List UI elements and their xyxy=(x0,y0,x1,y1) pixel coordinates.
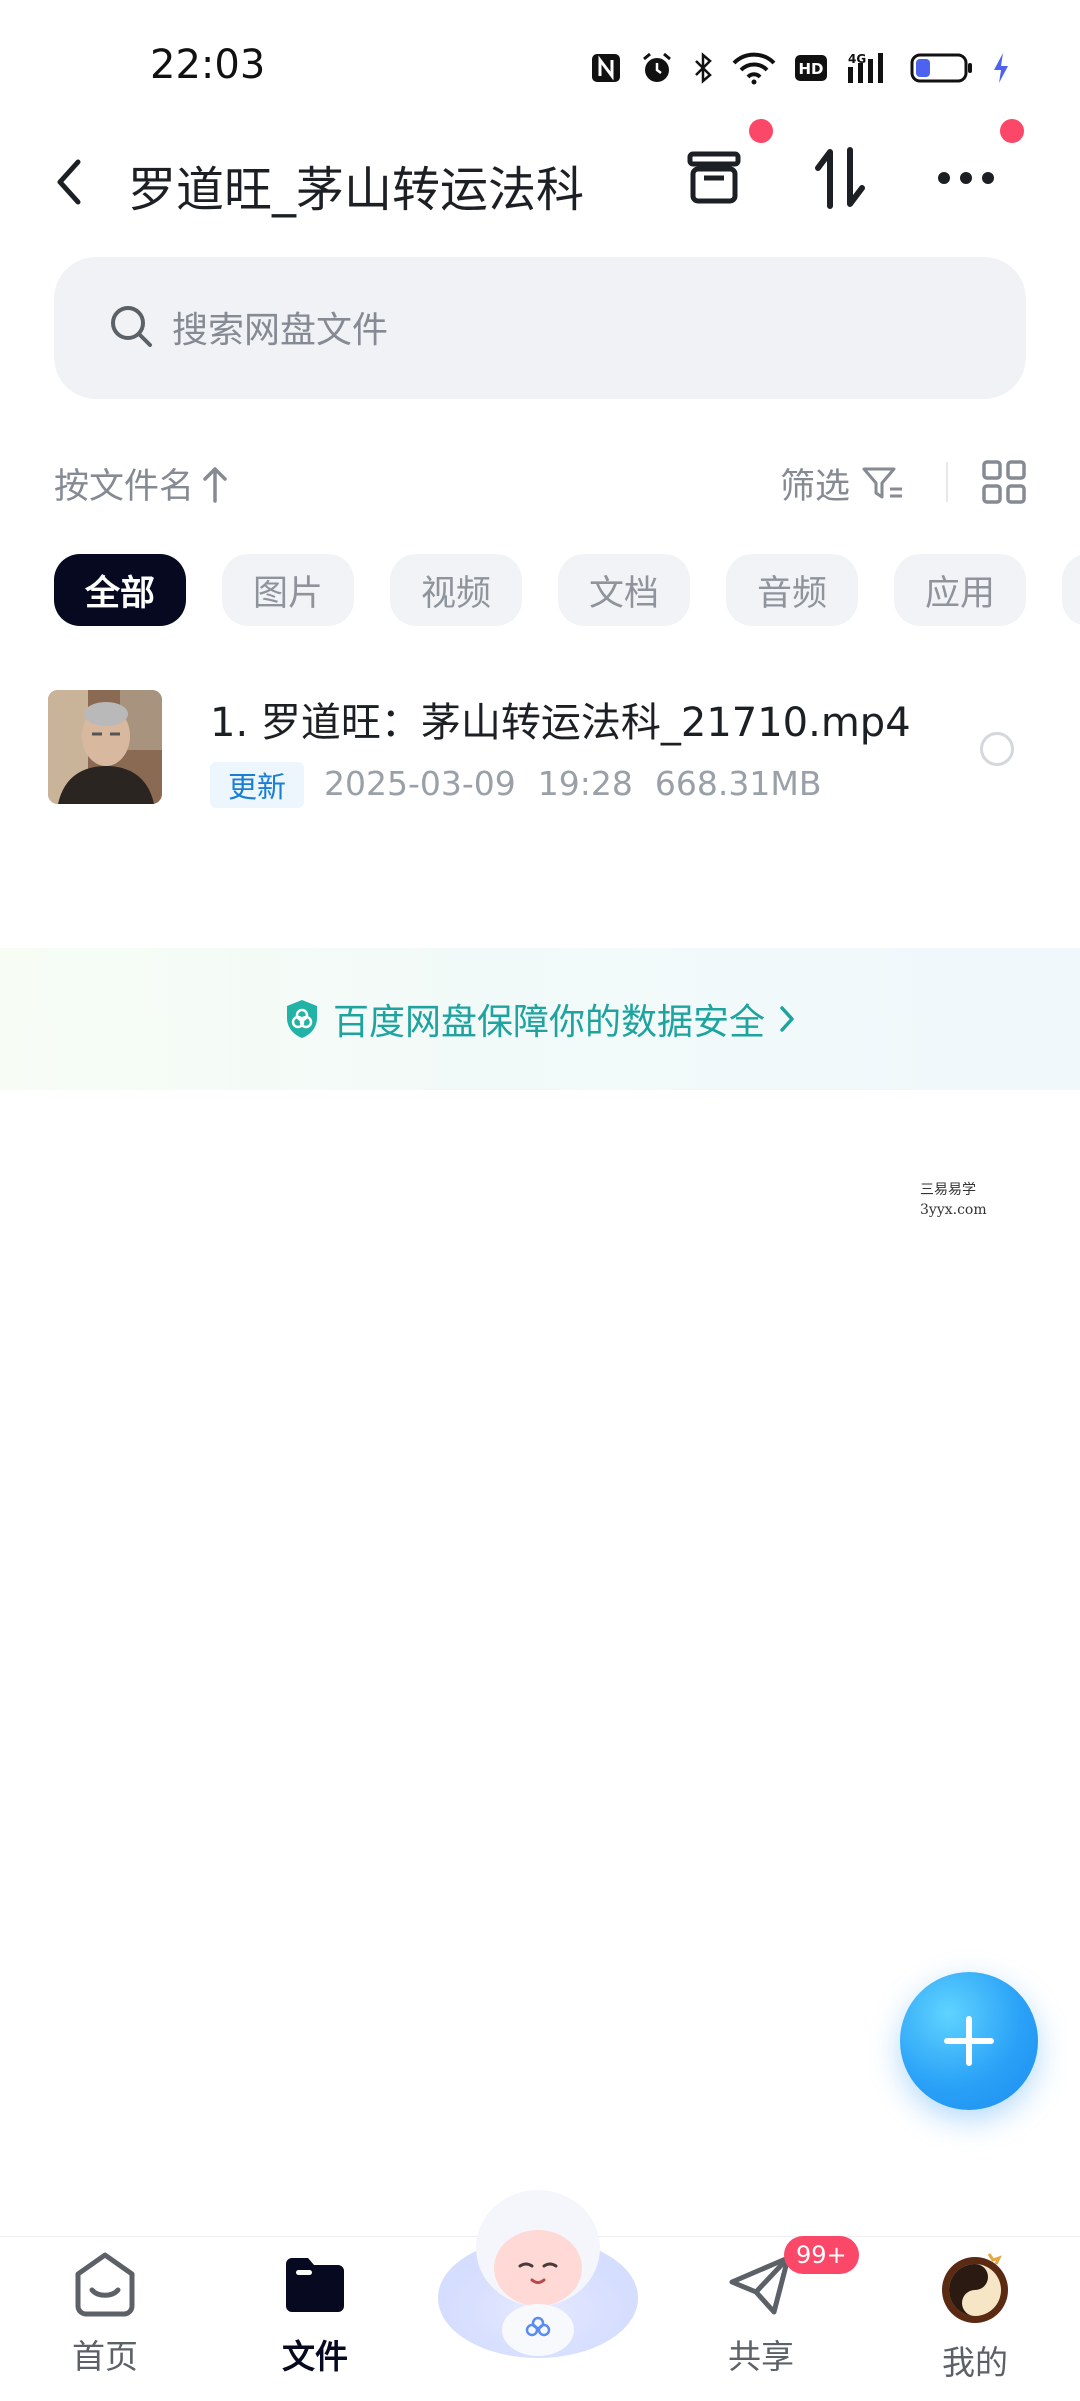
status-time: 22:03 xyxy=(150,42,266,88)
filter-label: 筛选 xyxy=(780,467,851,507)
filter-button[interactable]: 筛选 xyxy=(780,458,904,509)
more-button[interactable] xyxy=(928,140,1004,216)
divider xyxy=(946,462,948,502)
category-audio[interactable]: 音频 xyxy=(726,554,858,626)
nav-files-label: 文件 xyxy=(282,2337,348,2376)
file-meta: 2025-03-09 19:28 668.31MB xyxy=(324,764,821,803)
category-apps[interactable]: 应用 xyxy=(894,554,1026,626)
bluetooth-icon xyxy=(695,52,712,84)
category-all[interactable]: 全部 xyxy=(54,554,186,626)
hd-icon: HD xyxy=(795,55,827,81)
file-size: 668.31MB xyxy=(654,764,822,803)
status-icons: HD 4G xyxy=(590,46,1010,90)
4g-signal-icon: 4G xyxy=(848,52,883,83)
chevron-right-icon xyxy=(780,1006,794,1032)
share-count-badge: 99+ xyxy=(784,2236,859,2274)
sort-button[interactable] xyxy=(802,140,878,216)
security-banner[interactable]: 百度网盘保障你的数据安全 xyxy=(0,948,1080,1090)
search-icon xyxy=(111,306,152,347)
add-button[interactable] xyxy=(900,1972,1038,2110)
archive-button[interactable] xyxy=(676,140,752,216)
select-radio[interactable] xyxy=(980,732,1014,766)
file-time: 19:28 xyxy=(537,764,633,803)
svg-text:4G: 4G xyxy=(848,52,866,66)
sort-by-name-button[interactable]: 按文件名 xyxy=(54,458,228,509)
security-text: 百度网盘保障你的数据安全 xyxy=(332,1002,765,1043)
plus-icon xyxy=(944,2016,994,2066)
watermark-line: 三易易学 xyxy=(920,1182,976,1198)
category-documents[interactable]: 文档 xyxy=(558,554,690,626)
back-button[interactable] xyxy=(48,152,94,212)
svg-text:HD: HD xyxy=(798,60,823,78)
home-face-icon xyxy=(75,2252,135,2317)
sort-label: 按文件名 xyxy=(54,467,195,507)
more-icon xyxy=(938,172,994,184)
shield-icon xyxy=(286,1000,317,1038)
charging-icon xyxy=(994,53,1008,83)
watermark-line: 3yyx.com xyxy=(920,1202,987,1218)
notification-dot xyxy=(749,119,773,143)
nav-files[interactable]: 文件 xyxy=(240,2250,390,2390)
search-input[interactable] xyxy=(172,302,952,358)
alarm-icon xyxy=(643,52,671,82)
category-more-partial[interactable] xyxy=(1062,554,1080,626)
back-icon xyxy=(57,159,81,205)
wifi-icon xyxy=(732,52,776,85)
folder-icon xyxy=(286,2258,344,2312)
avatar-icon xyxy=(942,2253,1008,2323)
nav-home-label: 首页 xyxy=(72,2337,138,2376)
arrow-up-icon xyxy=(203,466,227,503)
nfc-icon xyxy=(592,54,620,82)
person-thumbnail-icon xyxy=(48,690,162,804)
grid-icon[interactable] xyxy=(980,458,1028,506)
mascot-button[interactable] xyxy=(428,2170,648,2360)
category-images[interactable]: 图片 xyxy=(222,554,354,626)
sort-arrows-icon xyxy=(815,147,865,209)
nav-mine-label: 我的 xyxy=(942,2343,1008,2382)
update-badge: 更新 xyxy=(210,762,305,808)
category-videos[interactable]: 视频 xyxy=(390,554,522,626)
filter-icon xyxy=(862,467,903,498)
nav-mine[interactable]: 我的 xyxy=(900,2250,1050,2390)
battery-icon xyxy=(910,53,972,83)
nav-home[interactable]: 首页 xyxy=(30,2250,180,2390)
notification-dot xyxy=(1000,119,1024,143)
archive-icon xyxy=(687,151,741,204)
nav-share-label: 共享 xyxy=(728,2337,794,2376)
folder-title: 罗道旺_茅山转运法科 xyxy=(128,162,585,218)
file-name: 1. 罗道旺：茅山转运法科_21710.mp4 xyxy=(210,700,911,746)
mascot-icon xyxy=(438,2190,638,2358)
watermark: 三易易学 3yyx.com xyxy=(920,1180,987,1220)
file-date: 2025-03-09 xyxy=(324,764,516,803)
video-thumbnail xyxy=(48,690,162,804)
